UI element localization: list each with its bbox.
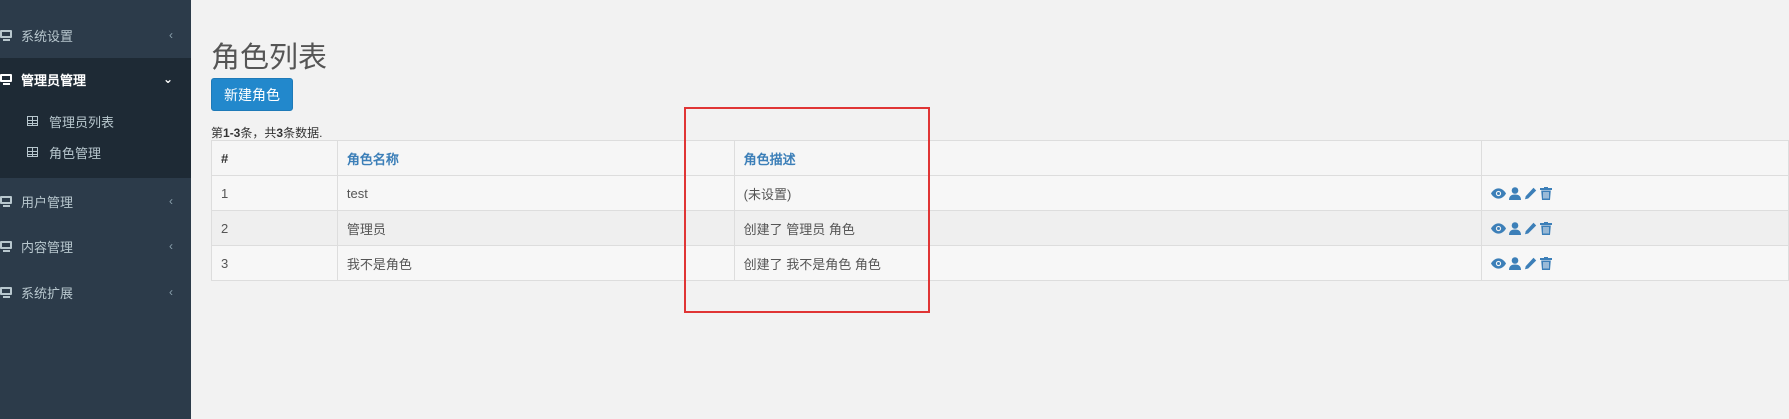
cell-index: 1	[211, 175, 338, 211]
pagination-summary: 第1-3条，共3条数据.	[211, 124, 322, 141]
table-row: 2 管理员 创建了 管理员 角色	[211, 210, 1789, 246]
summary-suffix: 条数据.	[283, 126, 323, 140]
sidebar-item-label: 用户管理	[21, 194, 74, 210]
table-row: 1 test (未设置)	[211, 175, 1789, 211]
sidebar-item-user-management[interactable]: 用户管理 ‹	[0, 184, 191, 218]
cell-actions	[1481, 245, 1789, 281]
column-header-index: #	[211, 140, 338, 176]
monitor-icon	[0, 73, 15, 86]
new-role-button[interactable]: 新建角色	[211, 78, 293, 111]
chevron-left-icon: ‹	[169, 239, 173, 253]
pencil-icon[interactable]	[1524, 257, 1537, 270]
sidebar-item-admin-management[interactable]: 管理员管理 ⌄	[0, 58, 191, 100]
cell-role-name: 管理员	[336, 210, 735, 246]
sidebar-subitem-admin-list[interactable]: 管理员列表	[0, 108, 191, 134]
chevron-down-icon: ⌄	[162, 72, 173, 86]
highlight-annotation-box	[684, 107, 930, 313]
eye-icon[interactable]	[1491, 187, 1507, 199]
summary-prefix: 第	[211, 126, 224, 140]
trash-icon[interactable]	[1540, 221, 1553, 235]
chevron-left-icon: ‹	[169, 194, 173, 208]
sidebar-item-system-extension[interactable]: 系统扩展 ‹	[0, 275, 191, 309]
column-header-actions	[1481, 140, 1789, 176]
chevron-left-icon: ‹	[169, 28, 173, 42]
table-header-row: # 角色名称 角色描述	[211, 140, 1789, 176]
eye-icon[interactable]	[1491, 222, 1507, 234]
user-icon[interactable]	[1509, 221, 1522, 235]
sidebar-item-label: 内容管理	[21, 239, 74, 255]
cell-index: 3	[211, 245, 338, 281]
cell-role-name: test	[336, 175, 735, 211]
trash-icon[interactable]	[1540, 256, 1553, 270]
summary-mid: 条，共	[240, 126, 277, 140]
sidebar-subitem-label: 角色管理	[49, 145, 102, 161]
column-header-role-name[interactable]: 角色名称	[336, 140, 735, 176]
cell-index: 2	[211, 210, 338, 246]
sidebar-item-content-management[interactable]: 内容管理 ‹	[0, 229, 191, 263]
sidebar-item-system-settings[interactable]: 系统设置 ‹	[0, 18, 191, 52]
trash-icon[interactable]	[1540, 186, 1553, 200]
sidebar: 系统设置 ‹ 管理员管理 ⌄ 管理员列表 角色管理 用户管理 ‹ 内容管理 ‹ …	[0, 0, 191, 419]
monitor-icon	[0, 195, 15, 208]
cell-role-name: 我不是角色	[336, 245, 735, 281]
table-icon	[27, 116, 38, 126]
monitor-icon	[0, 29, 15, 42]
table-row: 3 我不是角色 创建了 我不是角色 角色	[211, 245, 1789, 281]
cell-actions	[1481, 175, 1789, 211]
user-icon[interactable]	[1509, 256, 1522, 270]
monitor-icon	[0, 286, 15, 299]
summary-range: 1-3	[223, 126, 241, 140]
sidebar-subitem-label: 管理员列表	[49, 114, 115, 130]
page-title: 角色列表	[211, 42, 328, 74]
sidebar-item-label: 系统设置	[21, 28, 74, 44]
sidebar-subitem-role-management[interactable]: 角色管理	[0, 139, 191, 165]
user-icon[interactable]	[1509, 186, 1522, 200]
monitor-icon	[0, 240, 15, 253]
table-icon	[27, 147, 38, 157]
sidebar-item-label: 系统扩展	[21, 285, 74, 301]
roles-table: # 角色名称 角色描述 1 test (未设置) 2 管理员 创建了 管理员 角…	[211, 140, 1789, 281]
eye-icon[interactable]	[1491, 257, 1507, 269]
chevron-left-icon: ‹	[169, 285, 173, 299]
sidebar-item-label: 管理员管理	[21, 72, 87, 88]
pencil-icon[interactable]	[1524, 187, 1537, 200]
cell-actions	[1481, 210, 1789, 246]
pencil-icon[interactable]	[1524, 222, 1537, 235]
